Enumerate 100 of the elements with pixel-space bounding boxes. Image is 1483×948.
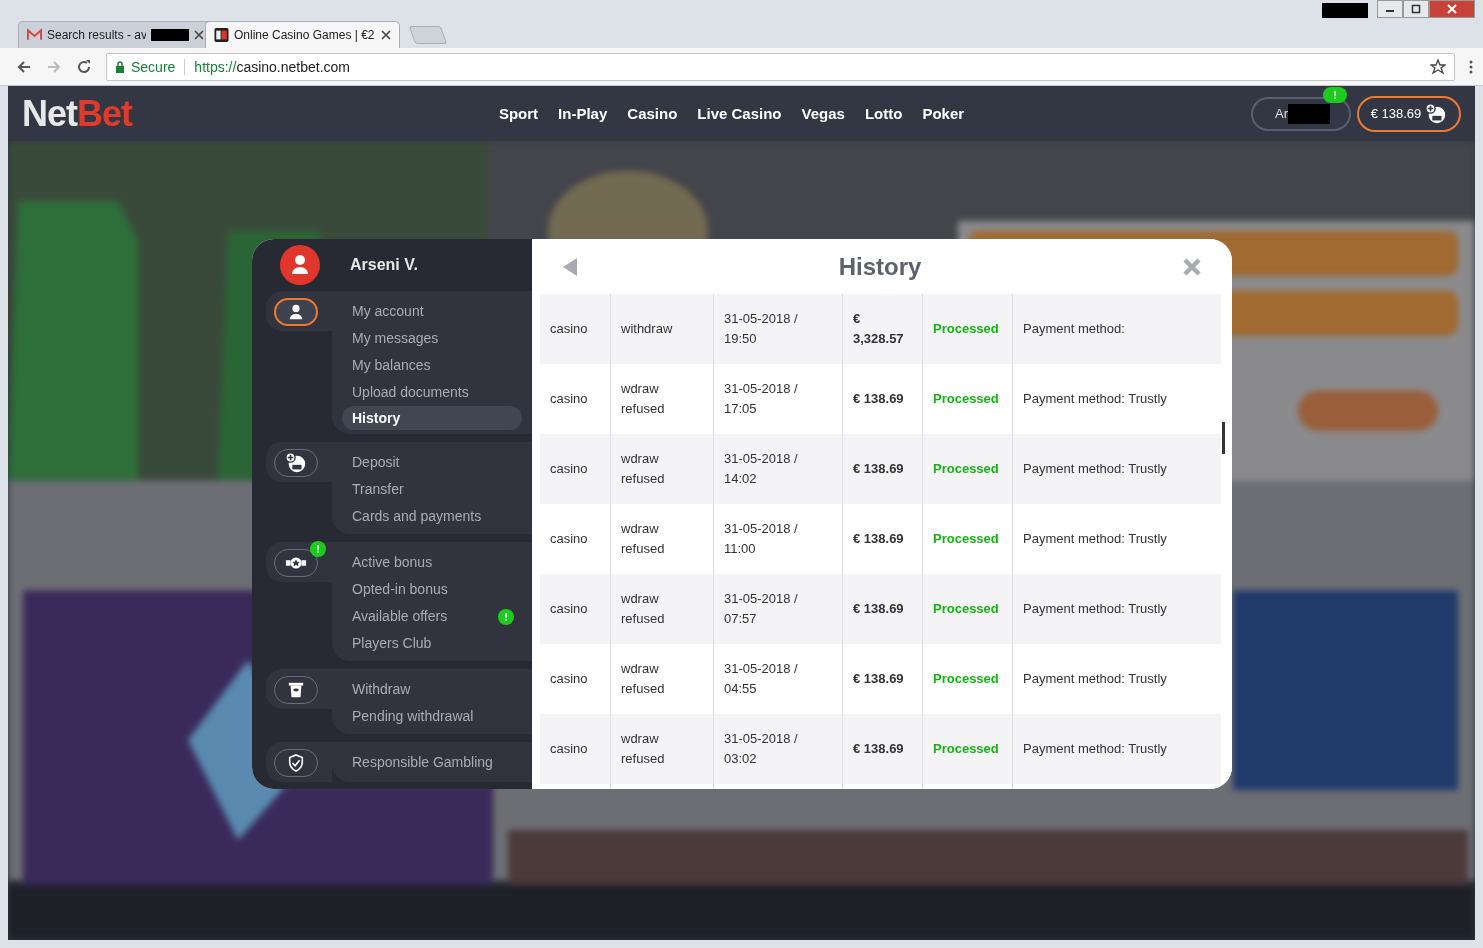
menu-icon[interactable] <box>1469 59 1473 74</box>
person-icon <box>287 303 305 321</box>
table-cell-text: casino <box>550 390 588 408</box>
avatar-icon <box>280 244 320 285</box>
nav-link[interactable]: Poker <box>922 105 965 122</box>
status-text: Processed <box>933 740 999 758</box>
tab-title: Online Casino Games | €2 <box>234 28 375 42</box>
wallet-icon <box>1425 102 1448 125</box>
menu-item[interactable]: Pending withdrawal <box>342 703 484 730</box>
menu-item[interactable]: Active bonus <box>342 549 443 576</box>
table-cell-text: Payment method: Trustly <box>1023 740 1167 758</box>
table-cell-text: casino <box>550 460 588 478</box>
status-text: Processed <box>933 600 999 618</box>
table-cell-text: wdraw refused <box>621 520 666 558</box>
table-cell-text: 31-05-2018 / 14:02 <box>724 450 798 488</box>
nav-link[interactable]: In-Play <box>558 105 608 122</box>
nav-link[interactable]: Lotto <box>864 105 903 122</box>
table-cell-text: 31-05-2018 / 03:02 <box>724 730 798 768</box>
table-cell-text: Payment method: Trustly <box>1023 670 1167 688</box>
table-cell-text: 31-05-2018 / 04:55 <box>724 660 798 698</box>
modal-title: History <box>837 252 923 281</box>
table-cell-text: € 3,328.57 <box>853 310 904 348</box>
menu-item[interactable]: My messages <box>342 325 449 352</box>
wallet-icon <box>285 452 307 474</box>
menu-item[interactable]: Available offers <box>342 603 458 630</box>
mail-icon <box>27 28 42 42</box>
close-icon[interactable] <box>194 30 204 40</box>
section-button[interactable] <box>274 298 318 326</box>
nav-link[interactable]: Vegas <box>801 105 845 122</box>
close-icon[interactable] <box>381 30 391 40</box>
close-icon <box>1447 4 1457 14</box>
table-cell-text: € 138.69 <box>853 600 904 618</box>
scrollbar-thumb[interactable] <box>1222 422 1225 454</box>
redaction-mark <box>1322 3 1368 18</box>
site-icon <box>214 28 229 42</box>
menu-item[interactable]: Transfer <box>342 476 414 503</box>
nav-link[interactable]: Live Casino <box>697 105 782 122</box>
table-cell-text: casino <box>550 600 588 618</box>
table-cell-text: 31-05-2018 / 11:00 <box>724 520 798 558</box>
menu-item[interactable]: Deposit <box>342 449 410 476</box>
table-cell-text: withdraw <box>621 320 673 338</box>
minimize-button[interactable] <box>1377 0 1403 18</box>
url-text: https://casino.netbet.com <box>194 58 350 75</box>
balance-button[interactable]: € 138.69 <box>1357 95 1461 132</box>
menu-item[interactable]: My balances <box>342 352 441 379</box>
status-text: Processed <box>933 460 999 478</box>
star-icon[interactable] <box>1430 58 1446 75</box>
menu-item[interactable]: My account <box>342 298 434 325</box>
maximize-button[interactable] <box>1403 0 1429 18</box>
table-cell-text: casino <box>550 530 588 548</box>
section-button[interactable] <box>274 449 318 477</box>
section-button[interactable] <box>274 549 318 577</box>
back-icon[interactable] <box>16 58 32 75</box>
alert-badge: ! <box>1323 86 1347 103</box>
status-text: Processed <box>933 530 999 548</box>
address-field[interactable]: Secure https://casino.netbet.com <box>106 52 1455 81</box>
nav-link[interactable]: Casino <box>627 105 678 122</box>
table-cell-text: wdraw refused <box>621 660 666 698</box>
table-cell-text: Payment method: Trustly <box>1023 530 1167 548</box>
table-cell-text: wdraw refused <box>621 450 666 488</box>
site-logo[interactable]: NetBet <box>22 92 133 135</box>
close-button[interactable] <box>1429 0 1475 18</box>
menu-item[interactable]: Upload documents <box>342 379 479 406</box>
table-cell-text: € 138.69 <box>853 530 904 548</box>
table-cell-text: casino <box>550 320 588 338</box>
user-name: Arseni V. <box>350 255 418 274</box>
table-cell-text: Payment method: Trustly <box>1023 390 1167 408</box>
table-cell-text: 31-05-2018 / 19:50 <box>724 310 798 348</box>
table-cell-text: € 138.69 <box>853 740 904 758</box>
shield-icon <box>287 754 305 772</box>
table-cell-text: Payment method: <box>1023 320 1125 338</box>
secure-label: Secure <box>131 58 176 75</box>
maximize-icon <box>1411 4 1421 14</box>
table-cell-text: wdraw refused <box>621 380 666 418</box>
table-cell-text: € 138.69 <box>853 460 904 478</box>
alert-badge: ! <box>498 609 514 625</box>
table-cell-text: 31-05-2018 / 07:57 <box>724 590 798 628</box>
table-cell-text: wdraw refused <box>621 730 666 768</box>
table-cell-text: Payment method: Trustly <box>1023 600 1167 618</box>
table-cell-text: 31-05-2018 / 17:05 <box>724 380 798 418</box>
menu-item[interactable]: Withdraw <box>342 676 421 703</box>
browser-tab[interactable]: Online Casino Games | €2 <box>205 21 400 48</box>
lock-icon <box>115 60 125 73</box>
nav-link[interactable]: Sport <box>498 105 539 122</box>
section-button[interactable] <box>274 676 318 704</box>
table-cell-text: € 138.69 <box>853 390 904 408</box>
menu-item[interactable]: Cards and payments <box>342 503 492 530</box>
table-cell-text: casino <box>550 740 588 758</box>
menu-item[interactable]: History <box>342 406 522 430</box>
table-cell-text: € 138.69 <box>853 670 904 688</box>
menu-item[interactable]: Players Club <box>342 630 442 657</box>
table-cell-text: casino <box>550 670 588 688</box>
reload-icon[interactable] <box>76 58 92 75</box>
status-text: Processed <box>933 390 999 408</box>
table-cell-text: Payment method: Trustly <box>1023 460 1167 478</box>
cash-slot-icon <box>287 681 305 699</box>
menu-item[interactable]: Opted-in bonus <box>342 576 458 603</box>
status-text: Processed <box>933 320 999 338</box>
section-button[interactable] <box>274 749 318 777</box>
table-cell-text: wdraw refused <box>621 590 666 628</box>
